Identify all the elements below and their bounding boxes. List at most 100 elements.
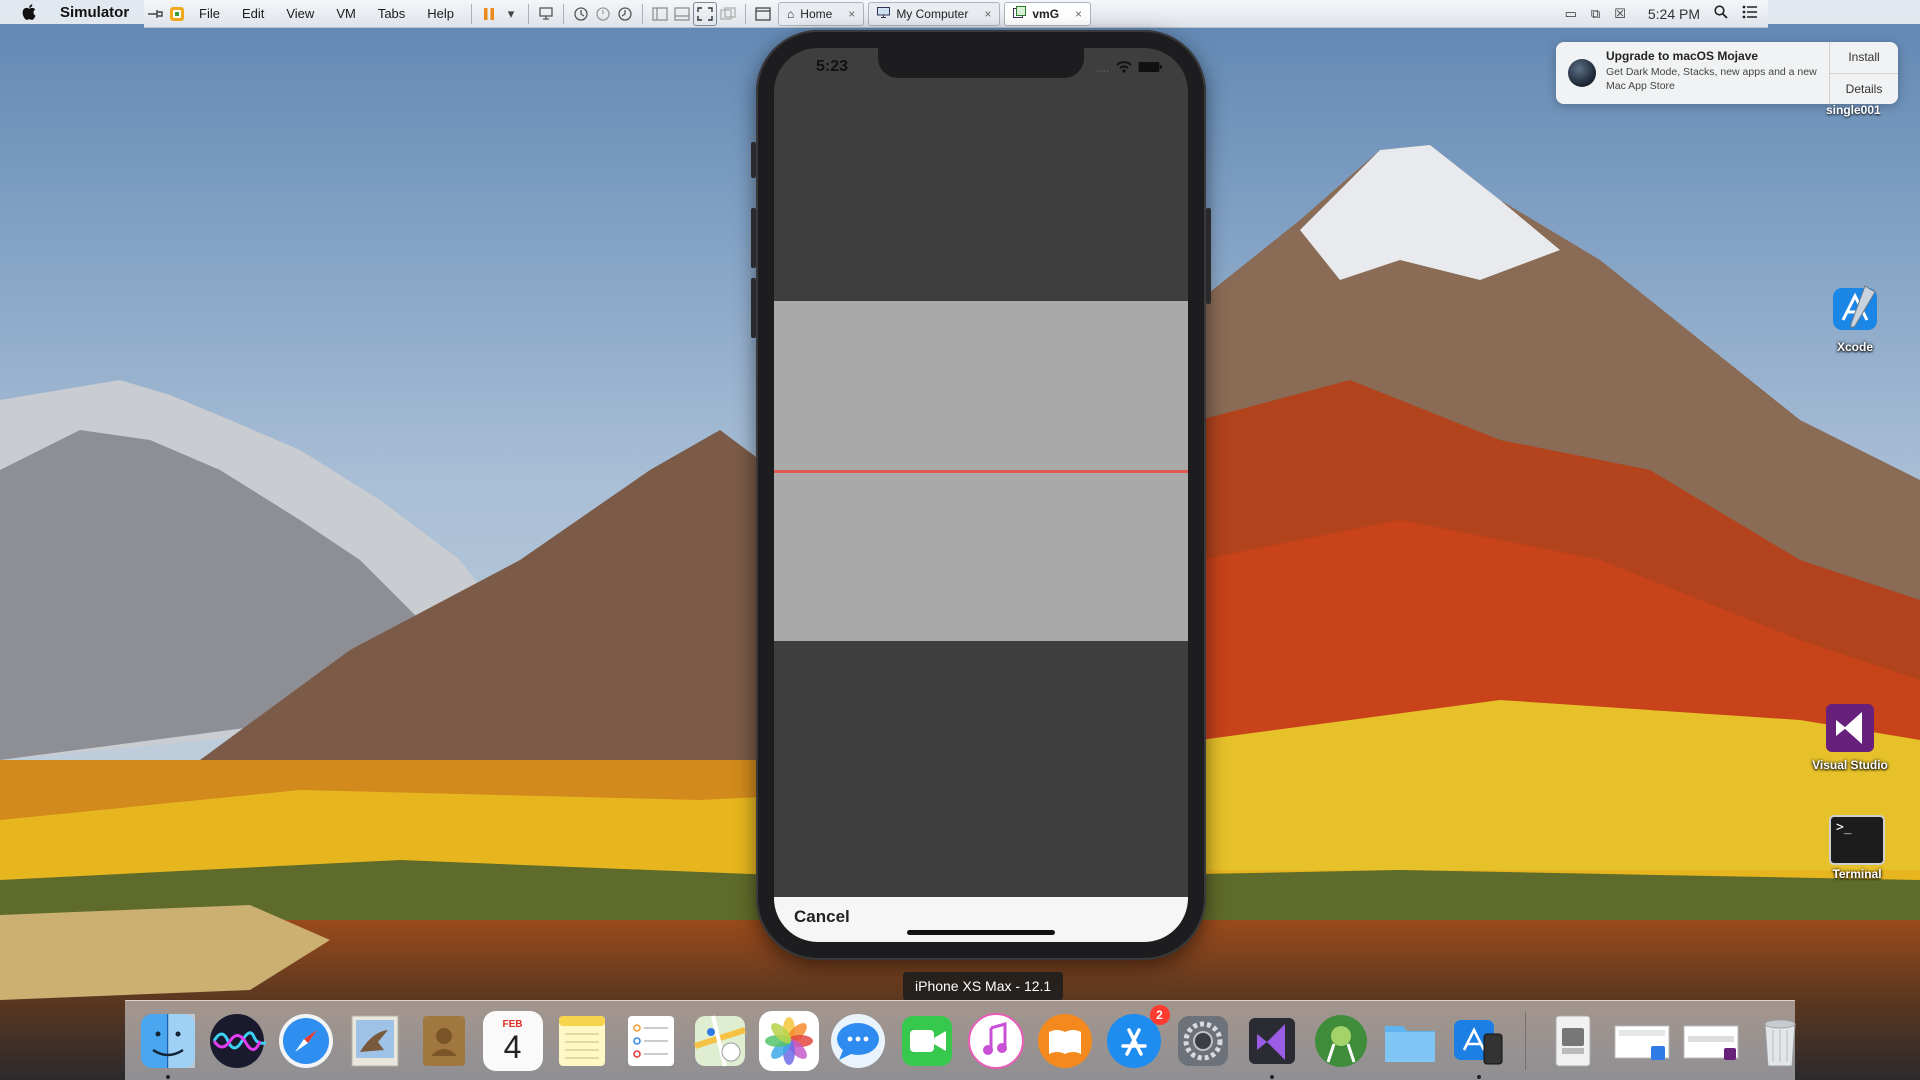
barcode-scan-area <box>774 301 1188 641</box>
close-icon[interactable]: × <box>1075 7 1082 21</box>
dock-siri[interactable] <box>207 1011 267 1071</box>
safari-icon <box>278 1013 333 1068</box>
phone-screen[interactable]: 5:23 Cancel <box>774 48 1188 942</box>
android-studio-icon <box>1314 1014 1367 1067</box>
iphone-simulator-window[interactable]: 5:23 Cancel <box>751 30 1211 960</box>
apple-menu-icon[interactable] <box>18 0 40 24</box>
terminal-prompt: >_ <box>1836 820 1852 835</box>
gear-icon <box>1177 1015 1228 1066</box>
dock-visual-studio[interactable] <box>1242 1011 1302 1079</box>
chevron-down-icon[interactable]: ▾ <box>500 3 522 25</box>
snapshot-revert-icon[interactable] <box>592 3 614 25</box>
thumbnail-view-icon[interactable] <box>671 3 693 25</box>
restore-icon[interactable]: ⧉ <box>1591 6 1600 22</box>
dock-window-stack[interactable] <box>1681 1011 1741 1071</box>
dock-folder[interactable] <box>1380 1011 1440 1071</box>
library-view-icon[interactable] <box>649 3 671 25</box>
ibooks-icon <box>1037 1013 1092 1068</box>
disk-image-icon <box>1555 1015 1590 1066</box>
cancel-button[interactable]: Cancel <box>794 907 850 927</box>
folder-icon <box>1384 1025 1435 1062</box>
dock-downloads-stack[interactable] <box>1543 1011 1603 1071</box>
notes-icon <box>558 1015 605 1066</box>
tab-my-computer[interactable]: My Computer × <box>868 1 1001 26</box>
dock-mail-photos[interactable] <box>345 1011 405 1071</box>
send-ctrl-alt-del-icon[interactable] <box>535 3 557 25</box>
dock-system-preferences[interactable] <box>1173 1011 1233 1071</box>
volume-down-button[interactable] <box>751 278 756 338</box>
dock-notes[interactable] <box>552 1011 612 1071</box>
tab-label: Home <box>800 6 833 21</box>
dock-preview-stack[interactable] <box>1612 1011 1672 1071</box>
snapshot-take-icon[interactable] <box>570 3 592 25</box>
desktop-icon-xcode[interactable]: Xcode <box>1795 278 1915 354</box>
menu-edit[interactable]: Edit <box>231 6 275 21</box>
desktop-icon-terminal[interactable]: >_ Terminal <box>1797 815 1917 881</box>
app-menu-simulator[interactable]: Simulator <box>60 4 129 21</box>
menu-vm[interactable]: VM <box>325 6 367 21</box>
dock-calendar[interactable]: FEB 4 <box>482 1010 543 1071</box>
dock-xcode-simulator[interactable] <box>1449 1011 1509 1079</box>
vmware-right-controls: ▭ ⧉ ☒ 5:24 PM <box>1565 0 1758 27</box>
volume-up-button[interactable] <box>751 208 756 268</box>
maps-icon <box>693 1015 746 1066</box>
pin-icon[interactable] <box>144 3 166 25</box>
dock-itunes[interactable] <box>966 1011 1026 1071</box>
contacts-icon <box>422 1015 465 1066</box>
close-icon[interactable]: × <box>848 7 855 21</box>
home-indicator[interactable] <box>907 930 1055 935</box>
spotlight-search-icon[interactable] <box>1714 5 1728 22</box>
menu-tabs[interactable]: Tabs <box>367 6 416 21</box>
pause-icon[interactable] <box>478 3 500 25</box>
dock-trash[interactable] <box>1750 1011 1810 1071</box>
minimize-icon[interactable]: ▭ <box>1565 6 1577 22</box>
close-window-icon[interactable]: ☒ <box>1614 6 1626 22</box>
snapshot-manager-icon[interactable] <box>614 3 636 25</box>
menu-file[interactable]: File <box>188 6 231 21</box>
dock-safari[interactable] <box>276 1011 336 1071</box>
vmware-logo-icon <box>166 3 188 25</box>
menu-view[interactable]: View <box>275 6 325 21</box>
dock-reminders[interactable] <box>621 1011 681 1071</box>
power-button[interactable] <box>1206 208 1211 304</box>
fullscreen-icon[interactable] <box>693 1 718 26</box>
desktop-icon-visual-studio[interactable]: Visual Studio <box>1790 700 1910 772</box>
notification-title: Upgrade to macOS Mojave <box>1606 49 1759 63</box>
dock-photos[interactable] <box>758 1010 819 1071</box>
status-bar-time: 5:23 <box>816 58 849 75</box>
phone-notch <box>878 48 1084 78</box>
console-view-icon[interactable] <box>752 3 774 25</box>
mojave-upgrade-notification[interactable]: Upgrade to macOS Mojave Get Dark Mode, S… <box>1556 42 1898 104</box>
messages-icon <box>830 1013 885 1068</box>
dock-ibooks[interactable] <box>1035 1011 1095 1071</box>
dock-contacts[interactable] <box>414 1011 474 1071</box>
details-button[interactable]: Details <box>1830 72 1898 105</box>
toolbar-divider <box>528 3 530 24</box>
simulator-icon <box>1453 1019 1502 1064</box>
dock-messages[interactable] <box>828 1011 888 1071</box>
tab-home[interactable]: ⌂ Home × <box>778 1 865 26</box>
unity-icon[interactable] <box>717 3 739 25</box>
close-icon[interactable]: × <box>984 7 991 21</box>
install-button[interactable]: Install <box>1830 42 1898 73</box>
dock-android-studio[interactable] <box>1311 1011 1371 1071</box>
desktop-item-label-partial[interactable]: single001 <box>1826 103 1881 117</box>
dock-finder[interactable] <box>138 1011 198 1079</box>
dock-facetime[interactable] <box>897 1011 957 1071</box>
itunes-icon <box>967 1012 1024 1069</box>
simulator-device-label: iPhone XS Max - 12.1 <box>903 972 1064 1000</box>
mute-switch[interactable] <box>751 142 756 178</box>
running-indicator <box>1269 1074 1274 1079</box>
tab-vmg[interactable]: vmG × <box>1004 1 1092 26</box>
dock-maps[interactable] <box>690 1011 750 1071</box>
dock-app-store[interactable]: 2 <box>1104 1004 1170 1071</box>
notification-center-icon[interactable] <box>1742 5 1758 22</box>
wifi-icon <box>1116 60 1132 78</box>
menu-help[interactable]: Help <box>416 6 465 21</box>
tab-label: vmG <box>1032 6 1060 21</box>
facetime-icon <box>901 1015 952 1066</box>
menubar-clock[interactable]: 5:24 PM <box>1648 6 1700 22</box>
xcode-icon <box>1825 278 1885 338</box>
reminders-icon <box>627 1015 674 1066</box>
running-indicator <box>165 1074 170 1079</box>
